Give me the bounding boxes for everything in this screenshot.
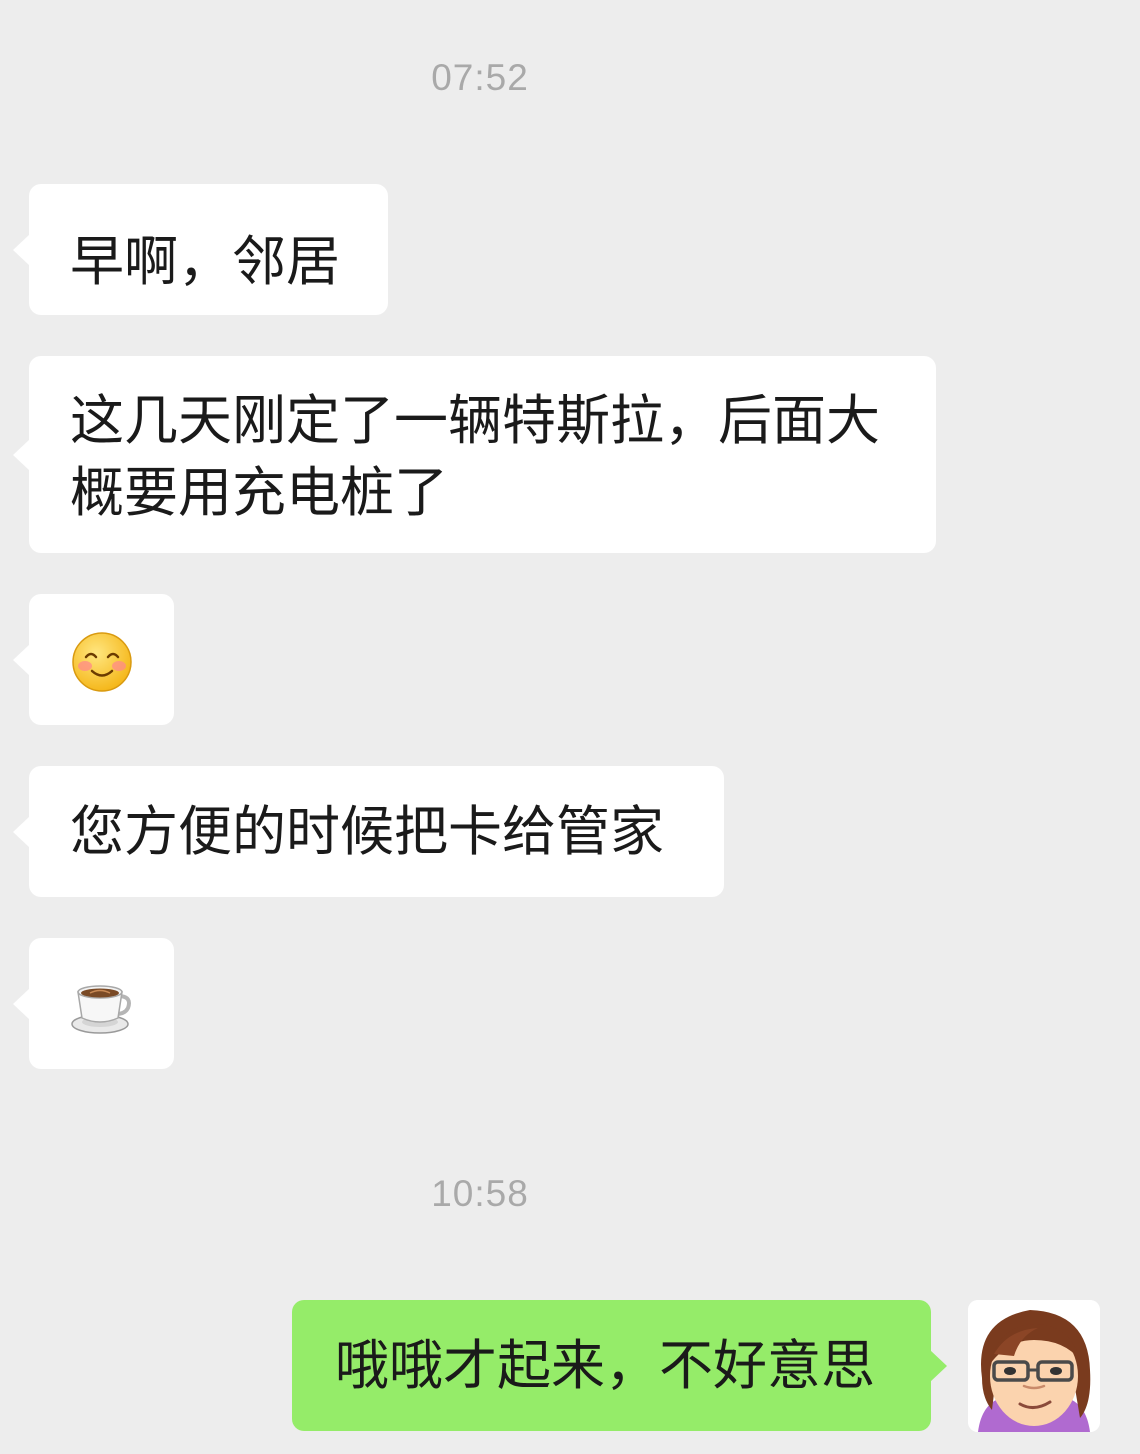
message-bubble-incoming[interactable]: 您方便的时候把卡给管家 bbox=[13, 766, 724, 897]
user-avatar-icon[interactable] bbox=[968, 1300, 1100, 1432]
message-bubble-incoming[interactable]: 早啊，邻居 bbox=[13, 184, 388, 315]
message-text: 哦哦才起来，不好意思 bbox=[335, 1334, 875, 1397]
message-bubble-incoming[interactable]: 这几天刚定了一辆特斯拉，后面大 概要用充电桩了 bbox=[13, 356, 936, 553]
message-bubble-incoming[interactable] bbox=[13, 938, 174, 1069]
timestamp: 10:58 bbox=[431, 1173, 529, 1214]
message-text: 您方便的时候把卡给管家 bbox=[70, 800, 664, 863]
blush-smile-emoji bbox=[70, 630, 134, 694]
message-text: 这几天刚定了一辆特斯拉，后面大 概要用充电桩了 bbox=[70, 389, 880, 524]
message-bubble-outgoing[interactable]: 哦哦才起来，不好意思 bbox=[292, 1300, 947, 1431]
coffee-cup-emoji bbox=[70, 974, 134, 1038]
message-text: 早啊，邻居 bbox=[70, 230, 340, 293]
message-bubble-incoming[interactable] bbox=[13, 594, 174, 725]
timestamp: 07:52 bbox=[431, 57, 529, 98]
